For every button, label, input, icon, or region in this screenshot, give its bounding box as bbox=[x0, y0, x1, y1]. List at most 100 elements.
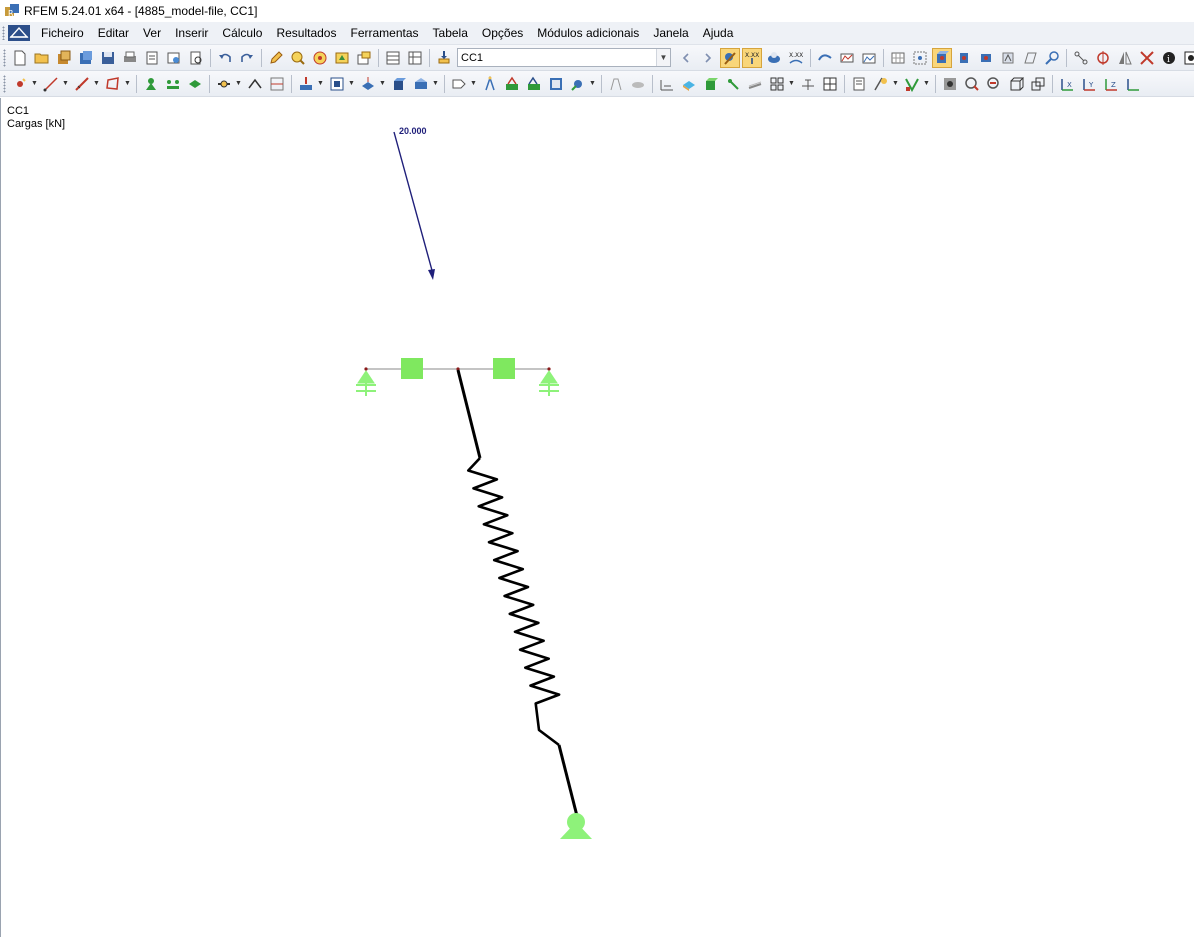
new-file-button[interactable] bbox=[10, 48, 30, 68]
info-button[interactable]: i bbox=[1159, 48, 1179, 68]
mirror-button[interactable] bbox=[1115, 48, 1135, 68]
member-set-button[interactable] bbox=[267, 74, 287, 94]
mesh-refinement-button[interactable] bbox=[820, 74, 840, 94]
graphic-window[interactable]: CC1 Cargas [kN] 20.000 bbox=[0, 98, 1194, 937]
toolbar-grip[interactable] bbox=[3, 48, 6, 67]
opening-button[interactable] bbox=[723, 74, 743, 94]
new-surface-button[interactable] bbox=[103, 74, 123, 94]
toolbar-grip[interactable] bbox=[3, 74, 6, 93]
chevron-down-icon[interactable]: ▼ bbox=[348, 74, 355, 94]
generate-loads-button[interactable] bbox=[449, 74, 469, 94]
results-table-button[interactable] bbox=[546, 74, 566, 94]
previous-load-case-button[interactable] bbox=[676, 48, 696, 68]
menu-ver[interactable]: Ver bbox=[136, 22, 168, 44]
block-manager-button[interactable] bbox=[76, 48, 96, 68]
solid-load-button[interactable] bbox=[389, 74, 409, 94]
zoom-button[interactable] bbox=[288, 48, 308, 68]
member-divisions-button[interactable] bbox=[767, 74, 787, 94]
calculate-button[interactable] bbox=[480, 74, 500, 94]
menu-janela[interactable]: Janela bbox=[646, 22, 695, 44]
view-new-button[interactable] bbox=[332, 48, 352, 68]
isometric-view-button[interactable] bbox=[932, 47, 952, 68]
select-window-button[interactable] bbox=[962, 74, 982, 94]
view-x-button[interactable] bbox=[954, 48, 974, 68]
menu-editar[interactable]: Editar bbox=[91, 22, 136, 44]
calculate-selected-button[interactable] bbox=[524, 74, 544, 94]
axis-z-button[interactable]: Z bbox=[1101, 74, 1121, 94]
open-file-button[interactable] bbox=[32, 48, 52, 68]
menu-resultados[interactable]: Resultados bbox=[269, 22, 343, 44]
visibility-button[interactable] bbox=[1042, 48, 1062, 68]
menu-ajuda[interactable]: Ajuda bbox=[696, 22, 741, 44]
member-hinge-marker[interactable] bbox=[493, 358, 515, 379]
new-node-button[interactable] bbox=[10, 74, 30, 94]
fe-mesh-button[interactable] bbox=[798, 74, 818, 94]
chevron-down-icon[interactable]: ▼ bbox=[892, 74, 899, 94]
member-release-button[interactable] bbox=[245, 74, 265, 94]
color-scale-button[interactable] bbox=[902, 74, 922, 94]
imposed-deformation-button[interactable] bbox=[411, 74, 431, 94]
window-new-button[interactable] bbox=[354, 48, 374, 68]
print-button[interactable] bbox=[120, 48, 140, 68]
show-load-values-button[interactable]: X.XX bbox=[742, 47, 762, 68]
open-model-button[interactable] bbox=[54, 48, 74, 68]
nodal-support-button[interactable] bbox=[141, 74, 161, 94]
printout-report-button[interactable] bbox=[142, 48, 162, 68]
chevron-down-icon[interactable]: ▼ bbox=[589, 74, 596, 94]
data-navigator-button[interactable] bbox=[405, 48, 425, 68]
axis-x-button[interactable]: X bbox=[1057, 74, 1077, 94]
chevron-down-icon[interactable]: ▼ bbox=[470, 74, 477, 94]
measure-button[interactable] bbox=[1071, 48, 1091, 68]
zoom-all-button[interactable] bbox=[310, 48, 330, 68]
member-load-button[interactable] bbox=[327, 74, 347, 94]
view-cube-button[interactable] bbox=[1006, 74, 1026, 94]
chevron-down-icon[interactable]: ▼ bbox=[788, 74, 795, 94]
inclined-member-bottom[interactable] bbox=[557, 744, 579, 817]
chevron-down-icon[interactable]: ▼ bbox=[656, 49, 670, 66]
print-preview-button[interactable] bbox=[186, 48, 206, 68]
wireframe-button[interactable] bbox=[1028, 74, 1048, 94]
show-results-button[interactable] bbox=[764, 48, 784, 68]
chevron-down-icon[interactable]: ▼ bbox=[923, 74, 930, 94]
cut-button[interactable] bbox=[628, 74, 648, 94]
select-by-property-button[interactable] bbox=[984, 74, 1004, 94]
result-table-button[interactable] bbox=[859, 48, 879, 68]
axis-y-button[interactable]: Y bbox=[1079, 74, 1099, 94]
next-load-case-button[interactable] bbox=[698, 48, 718, 68]
chevron-down-icon[interactable]: ▼ bbox=[235, 74, 242, 94]
load-case-button[interactable] bbox=[434, 48, 454, 68]
menu-modulos-adicionais[interactable]: Módulos adicionais bbox=[530, 22, 646, 44]
member-hinge-marker[interactable] bbox=[401, 358, 423, 379]
redo-button[interactable] bbox=[237, 48, 257, 68]
chevron-down-icon[interactable]: ▼ bbox=[93, 74, 100, 94]
print-graphic-button[interactable] bbox=[164, 48, 184, 68]
delete-button[interactable] bbox=[1137, 48, 1157, 68]
tables-button[interactable] bbox=[383, 48, 403, 68]
menu-calculo[interactable]: Cálculo bbox=[215, 22, 269, 44]
perspective-button[interactable] bbox=[1020, 48, 1040, 68]
surface-load-button[interactable] bbox=[358, 74, 378, 94]
new-line-button[interactable] bbox=[41, 74, 61, 94]
show-result-values-button[interactable]: X.XX bbox=[786, 48, 806, 68]
chevron-down-icon[interactable]: ▼ bbox=[379, 74, 386, 94]
menu-ficheiro[interactable]: Ficheiro bbox=[34, 22, 91, 44]
nodal-support-bottom[interactable] bbox=[560, 813, 592, 839]
select-button[interactable] bbox=[940, 74, 960, 94]
grid-button[interactable] bbox=[888, 48, 908, 68]
chevron-down-icon[interactable]: ▼ bbox=[124, 74, 131, 94]
snap-button[interactable] bbox=[910, 48, 930, 68]
undo-button[interactable] bbox=[215, 48, 235, 68]
rib-button[interactable] bbox=[745, 74, 765, 94]
calculate-all-button[interactable] bbox=[502, 74, 522, 94]
nodal-load-arrow[interactable] bbox=[393, 131, 434, 275]
menubar-grip[interactable] bbox=[2, 26, 5, 40]
menu-inserir[interactable]: Inserir bbox=[168, 22, 215, 44]
load-case-select[interactable]: CC1 ▼ bbox=[457, 48, 671, 67]
nodal-support-left[interactable] bbox=[356, 370, 376, 396]
view-z-button[interactable] bbox=[998, 48, 1018, 68]
section-button[interactable] bbox=[1093, 48, 1113, 68]
view-y-button[interactable] bbox=[976, 48, 996, 68]
document-icon[interactable] bbox=[8, 25, 30, 41]
surface-support-button[interactable] bbox=[185, 74, 205, 94]
render-button[interactable] bbox=[1181, 48, 1194, 68]
